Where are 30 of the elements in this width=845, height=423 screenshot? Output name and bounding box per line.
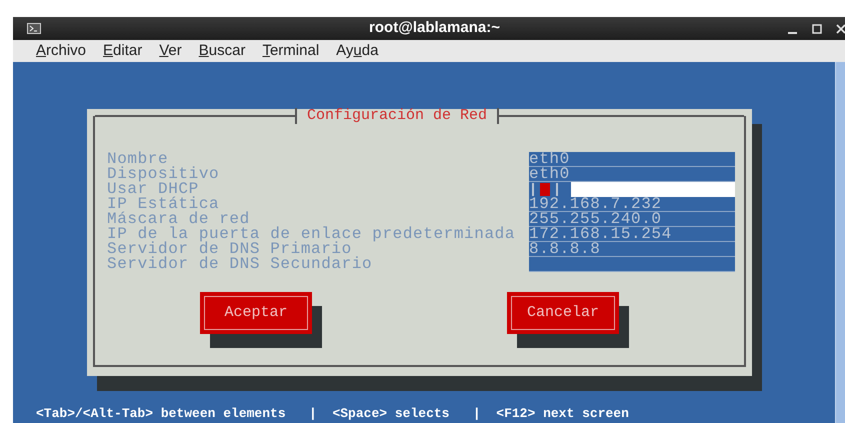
field-label: IP Estática: [107, 197, 220, 212]
input-field[interactable]: 255.255.240.0: [529, 212, 735, 227]
field-label: Nombre: [107, 152, 168, 167]
input-field[interactable]: 192.168.7.232: [529, 197, 735, 212]
menu-item[interactable]: Ver: [159, 40, 182, 62]
menu-item[interactable]: Buscar: [198, 40, 246, 62]
dialog-title: Configuración de Red: [306, 108, 488, 124]
input-field[interactable]: eth0: [529, 167, 735, 182]
window-title: root@lablamana:~: [369, 18, 500, 38]
close-icon[interactable]: [836, 24, 845, 34]
field-label: IP de la puerta de enlace predeterminada: [107, 227, 516, 242]
input-field[interactable]: 8.8.8.8: [529, 242, 735, 257]
maximize-icon[interactable]: [812, 24, 822, 34]
checkbox[interactable]: [532, 183, 558, 196]
input-field[interactable]: 172.168.15.254: [529, 227, 735, 242]
menu-item[interactable]: Editar: [103, 40, 142, 62]
terminal-icon: [27, 23, 41, 34]
key-hints-text: <Tab>/<Alt-Tab> between elements | <Space> selects | <F12> next screen: [35, 406, 630, 423]
field-label: Servidor de DNS Primario: [107, 242, 352, 257]
field-label: Servidor de DNS Secundario: [107, 257, 374, 272]
input-field[interactable]: eth0: [529, 152, 735, 167]
menu-item[interactable]: Terminal: [262, 40, 320, 62]
field-label: Máscara de red: [107, 212, 250, 227]
dialog-button[interactable]: Aceptar: [200, 292, 312, 334]
field-label: Dispositivo: [107, 167, 220, 182]
field-label: Usar DHCP: [107, 182, 199, 197]
menu-item[interactable]: Archivo: [36, 40, 86, 62]
menu-item[interactable]: Ayuda: [336, 40, 378, 62]
dialog-button[interactable]: Cancelar: [507, 292, 619, 334]
input-field[interactable]: [529, 257, 735, 272]
